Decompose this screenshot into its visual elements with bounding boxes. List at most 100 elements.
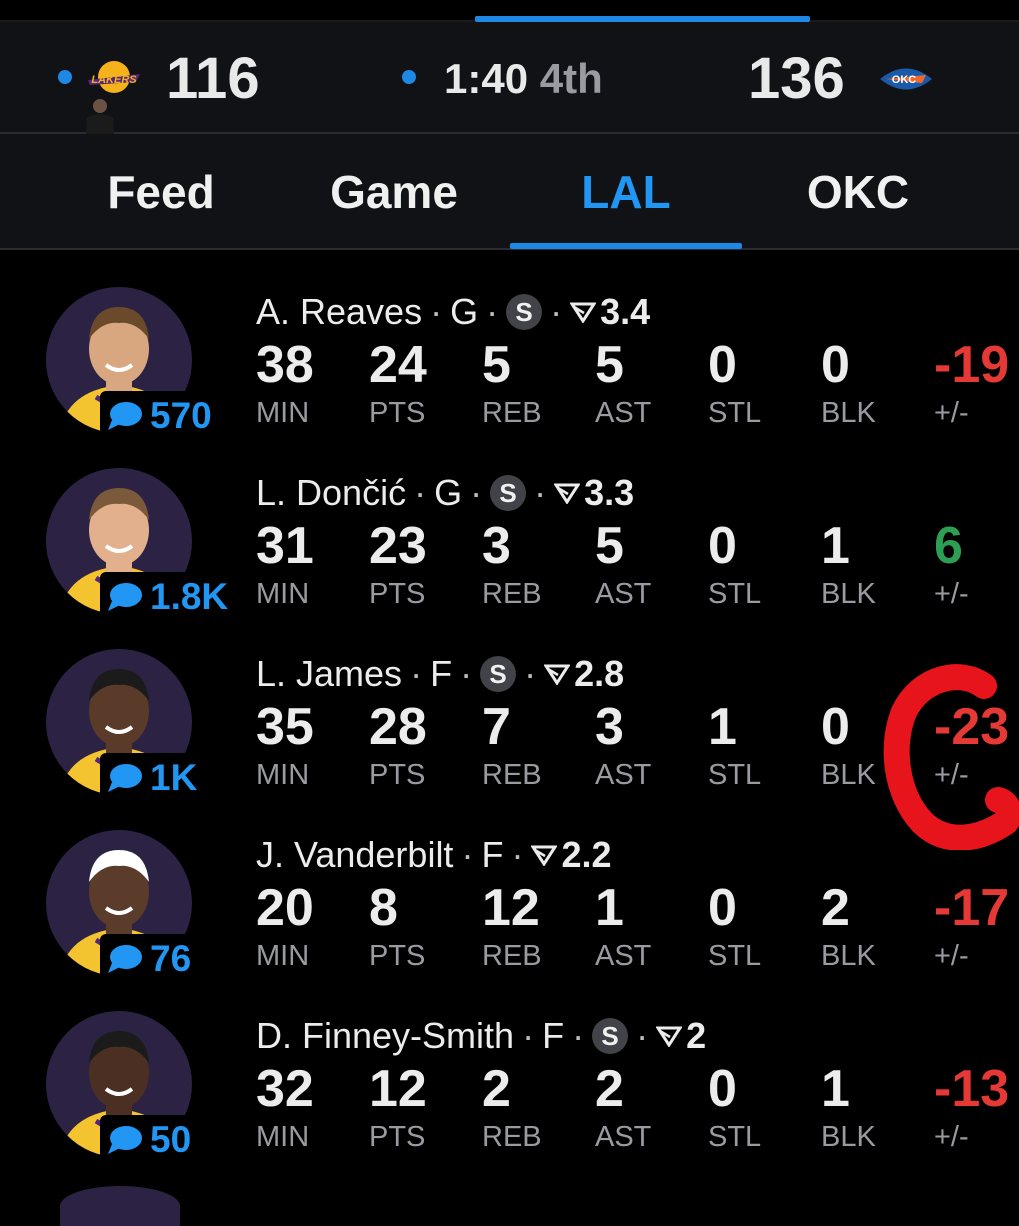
stat-ast: 1 [595, 879, 624, 937]
stat-label-stl: STL [708, 940, 762, 972]
separator: · [511, 834, 524, 875]
tab-okc[interactable]: OKC [742, 134, 974, 250]
stat-blk: 2 [821, 879, 850, 937]
stat-label-min: MIN [256, 940, 310, 972]
comment-count[interactable]: 76 [100, 934, 200, 984]
stat-label-blk: BLK [821, 940, 876, 972]
away-score: 136 [748, 46, 845, 111]
stat-label-ast: AST [595, 759, 652, 791]
svg-text:OKC: OKC [892, 74, 917, 86]
stat-pts: 24 [369, 336, 427, 394]
player-row[interactable]: 1K L. James · F · S · 2.8 35 MIN 28 PTS 7 REB 3… [0, 643, 1019, 824]
stat-reb: 3 [482, 517, 511, 575]
stat-pts: 12 [369, 1060, 427, 1118]
stat-pts: 23 [369, 517, 427, 575]
clock-period: 4th [539, 55, 603, 102]
stat-ast: 5 [595, 517, 624, 575]
stat-label-blk: BLK [821, 1121, 876, 1153]
rating-value: 3.3 [584, 472, 635, 513]
chat-bubble-icon [108, 945, 142, 973]
starter-badge: S [506, 294, 543, 330]
stat-label-stl: STL [708, 578, 762, 610]
stat-min: 38 [256, 336, 314, 394]
separator: · [430, 291, 443, 332]
live-dot-icon [58, 70, 72, 84]
stat-label-stl: STL [708, 759, 762, 791]
player-name[interactable]: A. Reaves [256, 291, 422, 333]
stat-label-stl: STL [708, 397, 762, 429]
stat-blk: 1 [821, 517, 850, 575]
stat-label-min: MIN [256, 1121, 310, 1153]
player-row[interactable]: 1.8K L. Dončić · G · S · 3.3 31 MIN 23 PTS 3 R… [0, 462, 1019, 643]
player-name-line: J. Vanderbilt · F · 2.2 [256, 834, 611, 876]
separator: · [524, 653, 537, 694]
separator: · [522, 1015, 535, 1056]
active-tab-indicator [510, 243, 742, 249]
stat-label-plus-minus: +/- [934, 940, 969, 972]
player-name[interactable]: L. James [256, 653, 402, 695]
scoreboard[interactable]: LAKERS 116 1:40 4th 136 OKC [0, 22, 1019, 134]
tab-game[interactable]: Game [278, 134, 510, 250]
comment-count-value: 570 [150, 395, 212, 436]
rating-triangle-icon [656, 1026, 683, 1047]
stat-label-ast: AST [595, 397, 652, 429]
comment-count[interactable]: 1.8K [100, 572, 237, 622]
stat-label-pts: PTS [369, 578, 426, 610]
player-row[interactable]: 76 J. Vanderbilt · F · 2.2 20 MIN 8 PTS 12 RE… [0, 824, 1019, 1005]
player-rating: 3.4 [570, 291, 650, 333]
stat-label-plus-minus: +/- [934, 1121, 969, 1153]
stat-ast: 2 [595, 1060, 624, 1118]
chat-bubble-icon [108, 1126, 142, 1154]
stat-pts: 8 [369, 879, 398, 937]
tab-feed[interactable]: Feed [45, 134, 277, 250]
stat-plus-minus: -13 [934, 1060, 1010, 1118]
separator: · [461, 834, 474, 875]
stat-reb: 7 [482, 698, 511, 756]
rating-value: 3.4 [600, 291, 651, 332]
stat-label-blk: BLK [821, 397, 876, 429]
stat-label-pts: PTS [369, 940, 426, 972]
tab-bar: Feed Game LAL OKC [0, 134, 1019, 250]
tab-lal[interactable]: LAL [510, 134, 742, 250]
stat-label-pts: PTS [369, 1121, 426, 1153]
player-name[interactable]: L. Dončić [256, 472, 406, 514]
stat-label-pts: PTS [369, 759, 426, 791]
rating-value: 2 [686, 1015, 707, 1056]
chat-bubble-icon [108, 583, 142, 611]
starter-badge: S [480, 656, 517, 692]
stat-label-reb: REB [482, 578, 542, 610]
stat-reb: 5 [482, 336, 511, 394]
player-name[interactable]: J. Vanderbilt [256, 834, 453, 876]
separator: · [572, 1015, 585, 1056]
player-name-line: L. Dončić · G · S · 3.3 [256, 472, 634, 514]
stat-ast: 5 [595, 336, 624, 394]
game-clock: 1:40 4th [444, 58, 603, 100]
stat-stl: 0 [708, 1060, 737, 1118]
player-row[interactable]: 50 D. Finney-Smith · F · S · 2 32 MIN 12 PTS… [0, 1005, 1019, 1186]
stat-blk: 0 [821, 336, 850, 394]
stat-label-reb: REB [482, 1121, 542, 1153]
comment-count[interactable]: 50 [100, 1115, 200, 1165]
svg-text:LAKERS: LAKERS [91, 74, 137, 86]
player-rating: 2.2 [531, 834, 611, 876]
stat-stl: 1 [708, 698, 737, 756]
comment-count[interactable]: 570 [100, 391, 220, 441]
stat-min: 32 [256, 1060, 314, 1118]
top-indicator-bar [0, 0, 1019, 22]
stat-blk: 0 [821, 698, 850, 756]
comment-count-value: 1.8K [150, 576, 229, 617]
separator: · [636, 1015, 649, 1056]
stat-label-blk: BLK [821, 578, 876, 610]
stat-reb: 2 [482, 1060, 511, 1118]
comment-count[interactable]: 1K [100, 753, 206, 803]
separator: · [534, 472, 547, 513]
stat-label-plus-minus: +/- [934, 397, 969, 429]
player-position: F [542, 1015, 565, 1056]
stat-label-reb: REB [482, 940, 542, 972]
player-name[interactable]: D. Finney-Smith [256, 1015, 514, 1057]
player-row[interactable]: 570 A. Reaves · G · S · 3.4 38 MIN 24 PTS 5 RE… [0, 281, 1019, 462]
player-rating: 2 [656, 1015, 706, 1057]
stat-label-ast: AST [595, 578, 652, 610]
separator: · [410, 653, 423, 694]
stat-label-min: MIN [256, 397, 310, 429]
